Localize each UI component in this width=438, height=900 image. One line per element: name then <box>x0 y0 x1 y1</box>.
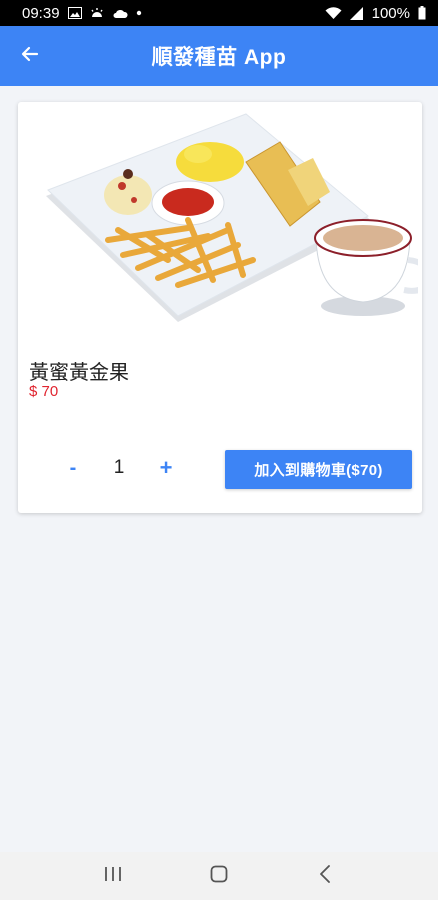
system-back-button[interactable] <box>305 856 345 896</box>
quantity-decrease-button[interactable]: - <box>60 452 86 484</box>
back-icon <box>319 864 331 888</box>
cloud-icon <box>112 8 128 19</box>
add-to-cart-button[interactable]: 加入到購物車($70) <box>225 450 412 489</box>
home-icon <box>210 865 228 888</box>
signal-icon <box>349 6 364 20</box>
product-name: 黃蜜黃金果 <box>29 362 129 384</box>
arrow-left-icon <box>20 44 40 69</box>
system-nav-bar <box>0 852 438 900</box>
quantity-value: 1 <box>113 457 125 478</box>
status-time: 09:39 <box>22 4 60 22</box>
image-icon <box>67 7 82 19</box>
product-image <box>38 110 432 328</box>
weather-icon <box>90 7 104 19</box>
battery-percent: 100% <box>371 4 410 22</box>
wifi-icon <box>325 6 342 20</box>
product-card: 黃蜜黃金果 $ 70 - 1 + 加入到購物車($70) <box>18 102 432 513</box>
status-left: 09:39 <box>22 5 142 22</box>
app-bar: 順發種苗 App <box>0 26 438 86</box>
home-button[interactable] <box>199 856 239 896</box>
status-bar: 09:39 100% <box>0 0 438 26</box>
dot-icon <box>136 10 142 16</box>
back-button[interactable] <box>12 38 48 74</box>
page-title: 順發種苗 App <box>151 46 287 69</box>
recent-apps-button[interactable] <box>93 856 133 896</box>
quantity-increase-button[interactable]: + <box>153 452 179 484</box>
product-price: $ 70 <box>29 383 59 400</box>
status-right: 100% <box>325 5 426 22</box>
recent-apps-icon <box>104 866 122 887</box>
battery-icon <box>418 6 426 20</box>
